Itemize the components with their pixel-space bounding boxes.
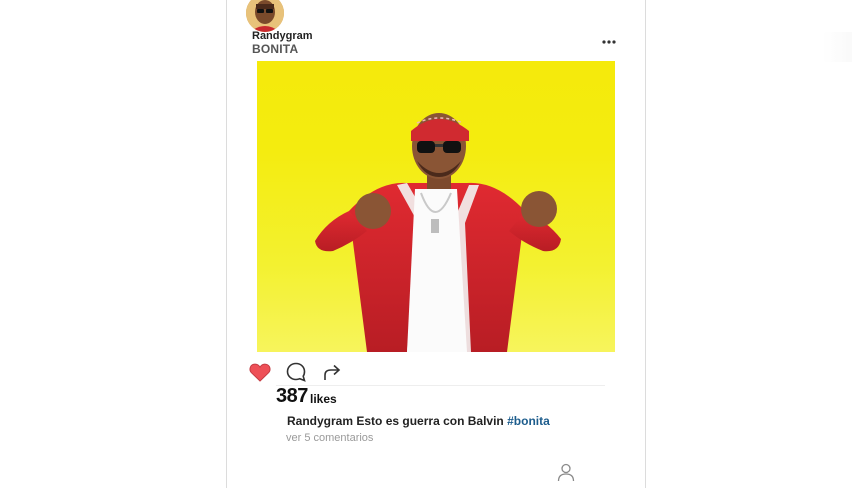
- caption-text: Esto es guerra con Balvin: [356, 414, 504, 428]
- post-actions: [248, 360, 368, 384]
- caption-username[interactable]: Randygram: [287, 414, 353, 428]
- profile-icon[interactable]: [556, 462, 576, 482]
- post-title: BONITA: [252, 42, 299, 56]
- share-arrow-icon[interactable]: [320, 360, 344, 384]
- likes-count[interactable]: 387: [276, 385, 308, 408]
- likes-label: likes: [310, 392, 337, 406]
- post-username[interactable]: Randygram: [252, 30, 313, 42]
- caption-hashtag[interactable]: #bonita: [507, 414, 550, 428]
- more-horizontal-icon[interactable]: [602, 34, 616, 44]
- comment-icon[interactable]: [284, 360, 308, 384]
- view-comments-link[interactable]: ver 5 comentarios: [286, 432, 373, 444]
- post-caption: Randygram Esto es guerra con Balvin #bon…: [287, 414, 550, 428]
- post-image[interactable]: [257, 61, 615, 352]
- divider: [276, 385, 605, 386]
- background-edge: [822, 32, 852, 62]
- heart-icon[interactable]: [248, 360, 272, 384]
- performer-illustration: [315, 113, 561, 352]
